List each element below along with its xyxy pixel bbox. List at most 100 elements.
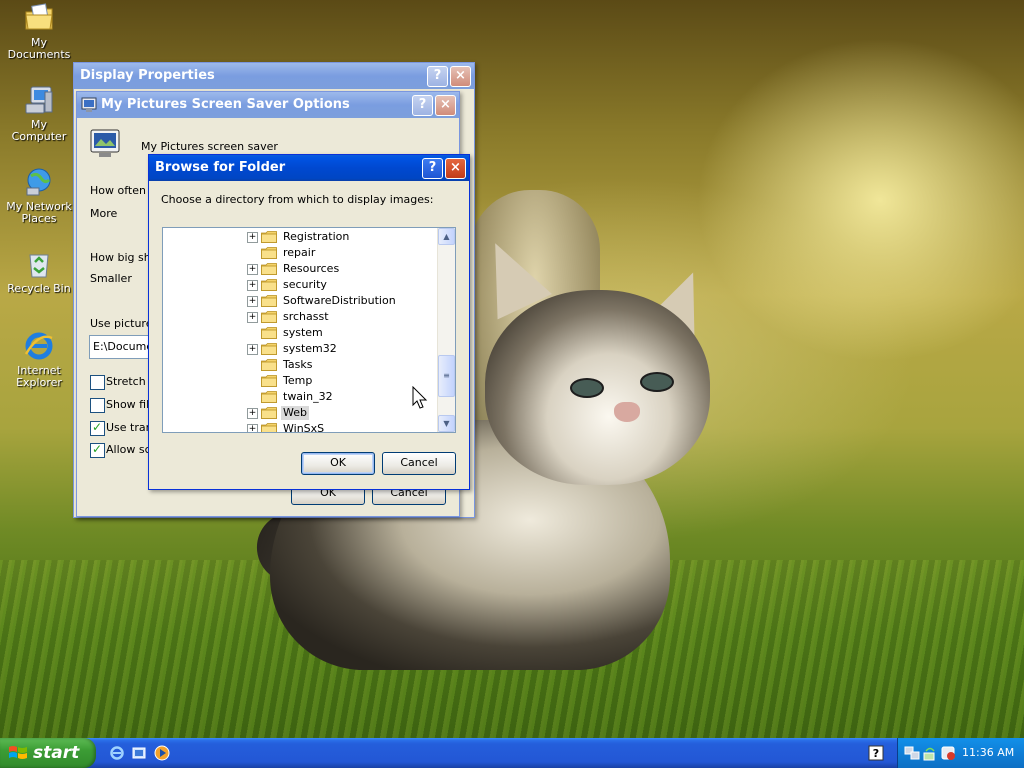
window-title: My Pictures Screen Saver Options [101, 97, 350, 112]
internet-explorer-icon [24, 332, 53, 360]
svg-text:?: ? [873, 747, 879, 760]
quicklaunch-media-player-icon[interactable] [154, 745, 170, 761]
quicklaunch-show-desktop-icon[interactable] [131, 745, 147, 761]
wallpaper-kitten-eye [570, 378, 604, 398]
display-properties-titlebar[interactable]: Display Properties ? × [74, 63, 474, 89]
folder-icon [261, 359, 277, 371]
scroll-up-button[interactable]: ▲ [438, 228, 455, 245]
help-button[interactable]: ? [427, 66, 448, 87]
desktop-icon-internet-explorer[interactable]: Internet Explorer [2, 330, 76, 389]
monitor-icon [81, 97, 97, 112]
stretch-checkbox[interactable] [90, 375, 105, 390]
wallpaper-kitten-eye [640, 372, 674, 392]
close-button[interactable]: × [435, 95, 456, 116]
wireless-tray-icon[interactable] [922, 745, 938, 761]
expand-toggle[interactable]: + [247, 232, 258, 243]
tree-item-label: twain_32 [283, 390, 333, 403]
close-button[interactable]: × [450, 66, 471, 87]
network-places-icon [26, 168, 51, 196]
expand-toggle[interactable]: + [247, 264, 258, 275]
help-icon[interactable]: ? [868, 745, 884, 761]
browse-folder-titlebar[interactable]: Browse for Folder ? × [149, 155, 469, 181]
start-label: start [33, 743, 80, 763]
more-label: More [90, 207, 118, 220]
desktop-icon-label: My Documents [7, 36, 71, 61]
folder-icon [261, 263, 277, 275]
expand-toggle[interactable]: + [247, 344, 258, 355]
folder-icon [261, 231, 277, 243]
window-title: Browse for Folder [155, 160, 286, 175]
desktop-icon-recycle-bin[interactable]: Recycle Bin [2, 248, 76, 295]
folder-icon [261, 343, 277, 355]
help-button[interactable]: ? [412, 95, 433, 116]
tree-item[interactable]: + security [163, 277, 438, 293]
wallpaper-kitten-nose [614, 402, 640, 422]
expand-toggle[interactable]: + [247, 408, 258, 419]
window-title: Display Properties [80, 68, 215, 83]
folder-icon [261, 391, 277, 403]
cancel-button[interactable]: Cancel [382, 452, 456, 475]
tree-item[interactable]: + SoftwareDistribution [163, 293, 438, 309]
tree-item[interactable]: Tasks [163, 357, 438, 373]
tree-item[interactable]: + srchasst [163, 309, 438, 325]
desktop-icon-my-computer[interactable]: My Computer [2, 84, 76, 143]
show-file-checkbox[interactable] [90, 398, 105, 413]
allow-scr-checkbox[interactable] [90, 442, 105, 458]
tree-item[interactable]: twain_32 [163, 389, 438, 405]
tree-item-label: repair [283, 246, 316, 259]
folder-icon [261, 327, 277, 339]
desktop-icon-my-documents[interactable]: My Documents [2, 2, 76, 61]
windows-logo-icon [9, 746, 27, 759]
tree-item[interactable]: + WinSxS [163, 421, 438, 433]
network-tray-icon[interactable] [904, 745, 920, 761]
browse-folder-dialog: Browse for Folder ? × Choose a directory… [148, 154, 470, 490]
expand-toggle[interactable]: + [247, 424, 258, 432]
folder-icon [261, 295, 277, 307]
how-often-label: How often s [90, 184, 156, 197]
folder-icon [261, 423, 277, 432]
screensaver-monitor-icon [90, 129, 120, 157]
tree-item[interactable]: + Registration [163, 229, 438, 245]
tree-item[interactable]: system [163, 325, 438, 341]
mouse-cursor-icon [412, 386, 428, 409]
tree-item-label: system [283, 326, 323, 339]
quicklaunch-internet-explorer-icon[interactable] [109, 745, 125, 761]
taskbar: start ? 11:36 AM [0, 738, 1024, 768]
desktop-icon-label: My Network Places [6, 200, 72, 225]
tree-item-label: WinSxS [283, 422, 325, 433]
smaller-label: Smaller [90, 272, 132, 285]
desktop-icon-label: Internet Explorer [16, 364, 62, 389]
tree-scrollbar[interactable]: ▲ ≡ ▼ [437, 228, 455, 432]
use-trans-checkbox[interactable] [90, 420, 105, 436]
tree-item[interactable]: + Resources [163, 261, 438, 277]
folder-icon [261, 247, 277, 259]
screensaver-heading: My Pictures screen saver [141, 140, 278, 153]
scroll-thumb[interactable]: ≡ [438, 355, 455, 397]
tree-item[interactable]: + system32 [163, 341, 438, 357]
desktop-icon-my-network-places[interactable]: My Network Places [2, 166, 76, 225]
security-alert-tray-icon[interactable] [940, 745, 956, 761]
expand-toggle[interactable]: + [247, 312, 258, 323]
tree-item-label: system32 [283, 342, 337, 355]
browse-instruction: Choose a directory from which to display… [161, 193, 434, 206]
tree-item[interactable]: Temp [163, 373, 438, 389]
scroll-down-button[interactable]: ▼ [438, 415, 455, 432]
ok-button[interactable]: OK [301, 452, 375, 475]
clock: 11:36 AM [962, 746, 1015, 759]
tree-item-label: srchasst [283, 310, 329, 323]
expand-toggle[interactable]: + [247, 280, 258, 291]
close-button[interactable]: × [445, 158, 466, 179]
help-button[interactable]: ? [422, 158, 443, 179]
tree-item-label: Resources [283, 262, 340, 275]
my-computer-icon [25, 86, 53, 114]
expand-toggle[interactable]: + [247, 296, 258, 307]
folder-icon [261, 375, 277, 387]
screensaver-options-titlebar[interactable]: My Pictures Screen Saver Options ? × [77, 92, 459, 118]
start-button[interactable]: start [0, 738, 96, 768]
desktop-icon-label: Recycle Bin [7, 282, 71, 295]
tree-item-label: Temp [283, 374, 313, 387]
tree-item[interactable]: repair [163, 245, 438, 261]
my-documents-icon [25, 3, 53, 30]
tree-item-label: Tasks [283, 358, 313, 371]
tree-item[interactable]: + Web [163, 405, 438, 421]
